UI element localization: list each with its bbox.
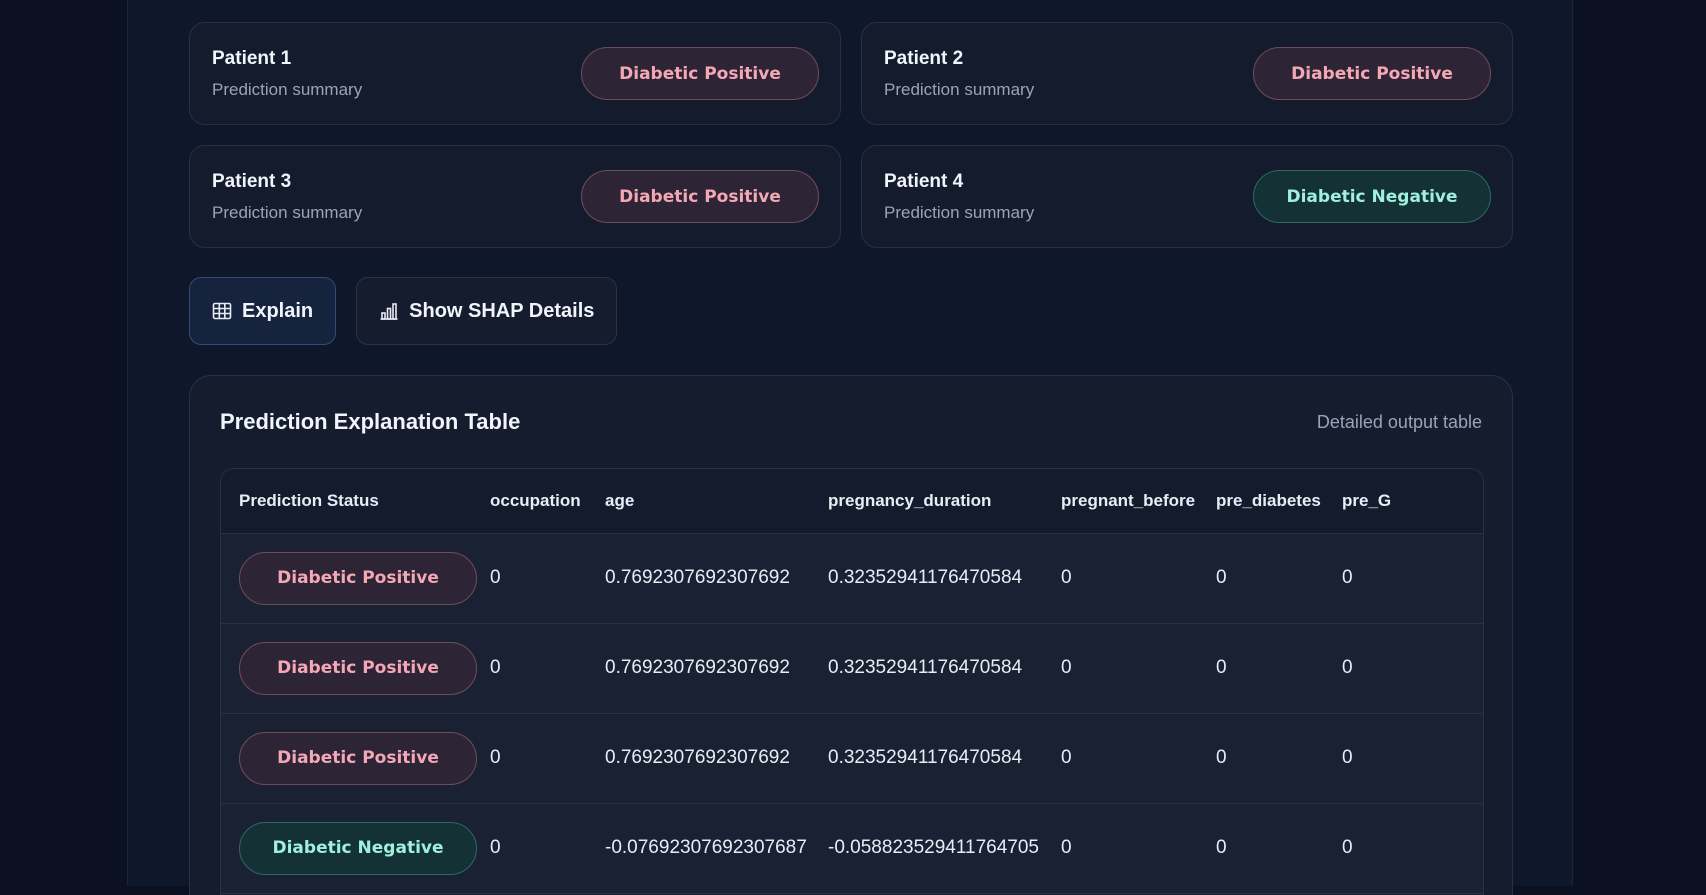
table-cell: 0	[1342, 567, 1353, 588]
table-cell: -0.07692307692307687	[605, 837, 807, 858]
patient-cards: Patient 1 Prediction summary Diabetic Po…	[189, 22, 1513, 248]
explanation-table: Prediction Status occupation age pregnan…	[221, 469, 1483, 894]
patient-title: Patient 4	[884, 170, 964, 192]
table-cell: 0.7692307692307692	[605, 567, 790, 588]
table-cell: -0.058823529411764705	[828, 837, 1039, 858]
table-icon	[212, 302, 232, 320]
table-cell: 0	[1061, 747, 1072, 768]
status-badge: Diabetic Positive	[581, 170, 819, 223]
column-header: pre_G	[1324, 469, 1483, 534]
column-header: pregnancy_duration	[810, 469, 1043, 534]
table-cell: 0.32352941176470584	[828, 657, 1023, 678]
panel-header: Prediction Explanation Table Detailed ou…	[220, 376, 1482, 468]
patient-card-3: Patient 3 Prediction summary Diabetic Po…	[189, 145, 841, 248]
table-cell: 0	[1342, 747, 1353, 768]
table-header-row: Prediction Status occupation age pregnan…	[221, 469, 1483, 534]
status-badge: Diabetic Negative	[239, 821, 477, 875]
table-cell: 0	[490, 657, 501, 678]
explanation-panel: Prediction Explanation Table Detailed ou…	[189, 375, 1513, 895]
bar-chart-icon	[380, 303, 398, 320]
status-cell: Diabetic Positive	[221, 623, 477, 713]
patient-card-2: Patient 2 Prediction summary Diabetic Po…	[861, 22, 1513, 125]
table-cell: 0	[490, 747, 501, 768]
status-badge: Diabetic Positive	[1253, 47, 1491, 100]
table-row: Diabetic Negative 0 -0.07692307692307687…	[221, 803, 1483, 893]
explain-button[interactable]: Explain	[189, 277, 337, 345]
table-cell: 0.7692307692307692	[605, 747, 790, 768]
patient-card-text: Patient 2 Prediction summary	[884, 48, 1034, 100]
column-header: age	[587, 469, 810, 534]
patient-subtitle: Prediction summary	[884, 202, 1035, 222]
table-cell: 0	[1061, 657, 1072, 678]
patient-title: Patient 3	[212, 170, 292, 192]
table-cell: 0	[1061, 567, 1072, 588]
status-badge: Diabetic Positive	[239, 731, 477, 785]
patient-card-4: Patient 4 Prediction summary Diabetic Ne…	[861, 145, 1513, 248]
table-cell: 0	[1061, 837, 1072, 858]
panel-subtitle: Detailed output table	[1316, 411, 1482, 432]
table-scroll-area[interactable]: Prediction Status occupation age pregnan…	[220, 468, 1484, 895]
table-cell: 0.7692307692307692	[605, 657, 790, 678]
status-cell: Diabetic Positive	[221, 533, 477, 623]
patient-card-1: Patient 1 Prediction summary Diabetic Po…	[189, 22, 841, 125]
table-cell: 0	[1342, 657, 1353, 678]
main-page: Patient 1 Prediction summary Diabetic Po…	[127, 0, 1573, 895]
patient-subtitle: Prediction summary	[212, 202, 363, 222]
table-cell: 0.32352941176470584	[828, 747, 1023, 768]
table-cell: 0	[490, 837, 501, 858]
patient-title: Patient 1	[212, 47, 292, 69]
column-header: pre_diabetes	[1198, 469, 1324, 534]
panel-title: Prediction Explanation Table	[220, 409, 521, 434]
table-row: Diabetic Positive 0 0.7692307692307692 0…	[221, 713, 1483, 803]
status-badge: Diabetic Negative	[1253, 170, 1491, 223]
status-cell: Diabetic Positive	[221, 713, 477, 803]
table-cell: 0	[1216, 657, 1227, 678]
column-header: Prediction Status	[221, 469, 472, 534]
content: Patient 1 Prediction summary Diabetic Po…	[189, 22, 1513, 895]
patient-subtitle: Prediction summary	[884, 79, 1035, 99]
table-row: Diabetic Positive 0 0.7692307692307692 0…	[221, 533, 1483, 623]
status-cell: Diabetic Negative	[221, 803, 477, 893]
show-shap-details-button[interactable]: Show SHAP Details	[356, 277, 618, 345]
explain-label: Explain	[242, 299, 314, 322]
column-header: pregnant_before	[1043, 469, 1198, 534]
action-bar: Explain Show SHAP Details	[189, 277, 1513, 345]
column-header: occupation	[472, 469, 587, 534]
patient-card-text: Patient 3 Prediction summary	[212, 171, 362, 223]
patient-subtitle: Prediction summary	[212, 79, 363, 99]
table-cell: 0.32352941176470584	[828, 567, 1023, 588]
shap-label: Show SHAP Details	[409, 299, 595, 322]
status-badge: Diabetic Positive	[581, 47, 819, 100]
table-cell: 0	[490, 567, 501, 588]
patient-title: Patient 2	[884, 47, 964, 69]
table-row: Diabetic Positive 0 0.7692307692307692 0…	[221, 623, 1483, 713]
table-cell: 0	[1342, 837, 1353, 858]
table-cell: 0	[1216, 747, 1227, 768]
table-cell: 0	[1216, 567, 1227, 588]
patient-card-text: Patient 1 Prediction summary	[212, 48, 362, 100]
table-cell: 0	[1216, 837, 1227, 858]
patient-card-text: Patient 4 Prediction summary	[884, 171, 1034, 223]
status-badge: Diabetic Positive	[239, 551, 477, 605]
status-badge: Diabetic Positive	[239, 641, 477, 695]
